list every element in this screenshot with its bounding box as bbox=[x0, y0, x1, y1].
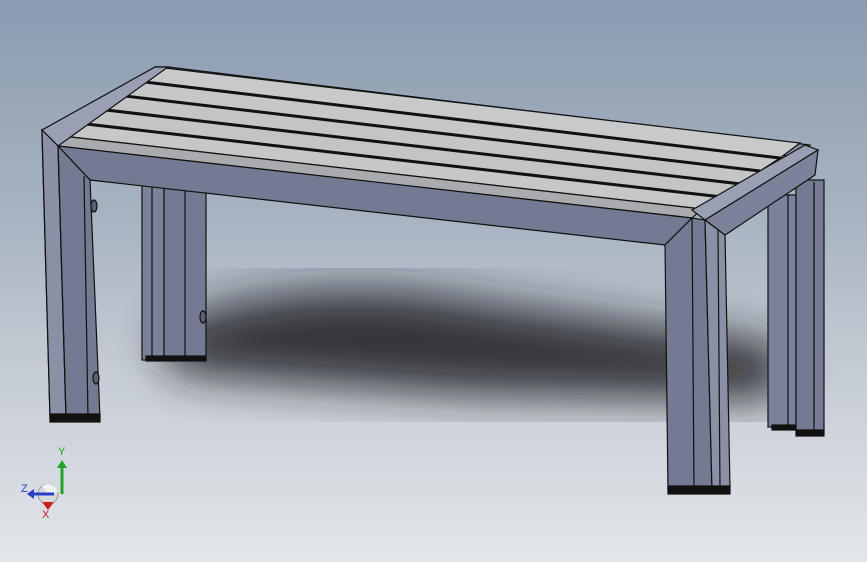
cad-viewport[interactable]: Y Z X bbox=[0, 0, 867, 562]
back-right-leg bbox=[767, 179, 825, 437]
z-axis-label: Z bbox=[21, 483, 28, 495]
y-axis-arrowhead bbox=[57, 460, 67, 468]
bench-model[interactable] bbox=[0, 0, 867, 562]
front-right-leg bbox=[664, 217, 731, 495]
z-axis-arrowhead bbox=[27, 489, 34, 499]
orientation-triad[interactable]: Y Z X bbox=[14, 440, 74, 520]
y-axis-label: Y bbox=[58, 446, 66, 458]
x-axis-label: X bbox=[42, 509, 50, 520]
back-left-leg bbox=[141, 184, 207, 362]
